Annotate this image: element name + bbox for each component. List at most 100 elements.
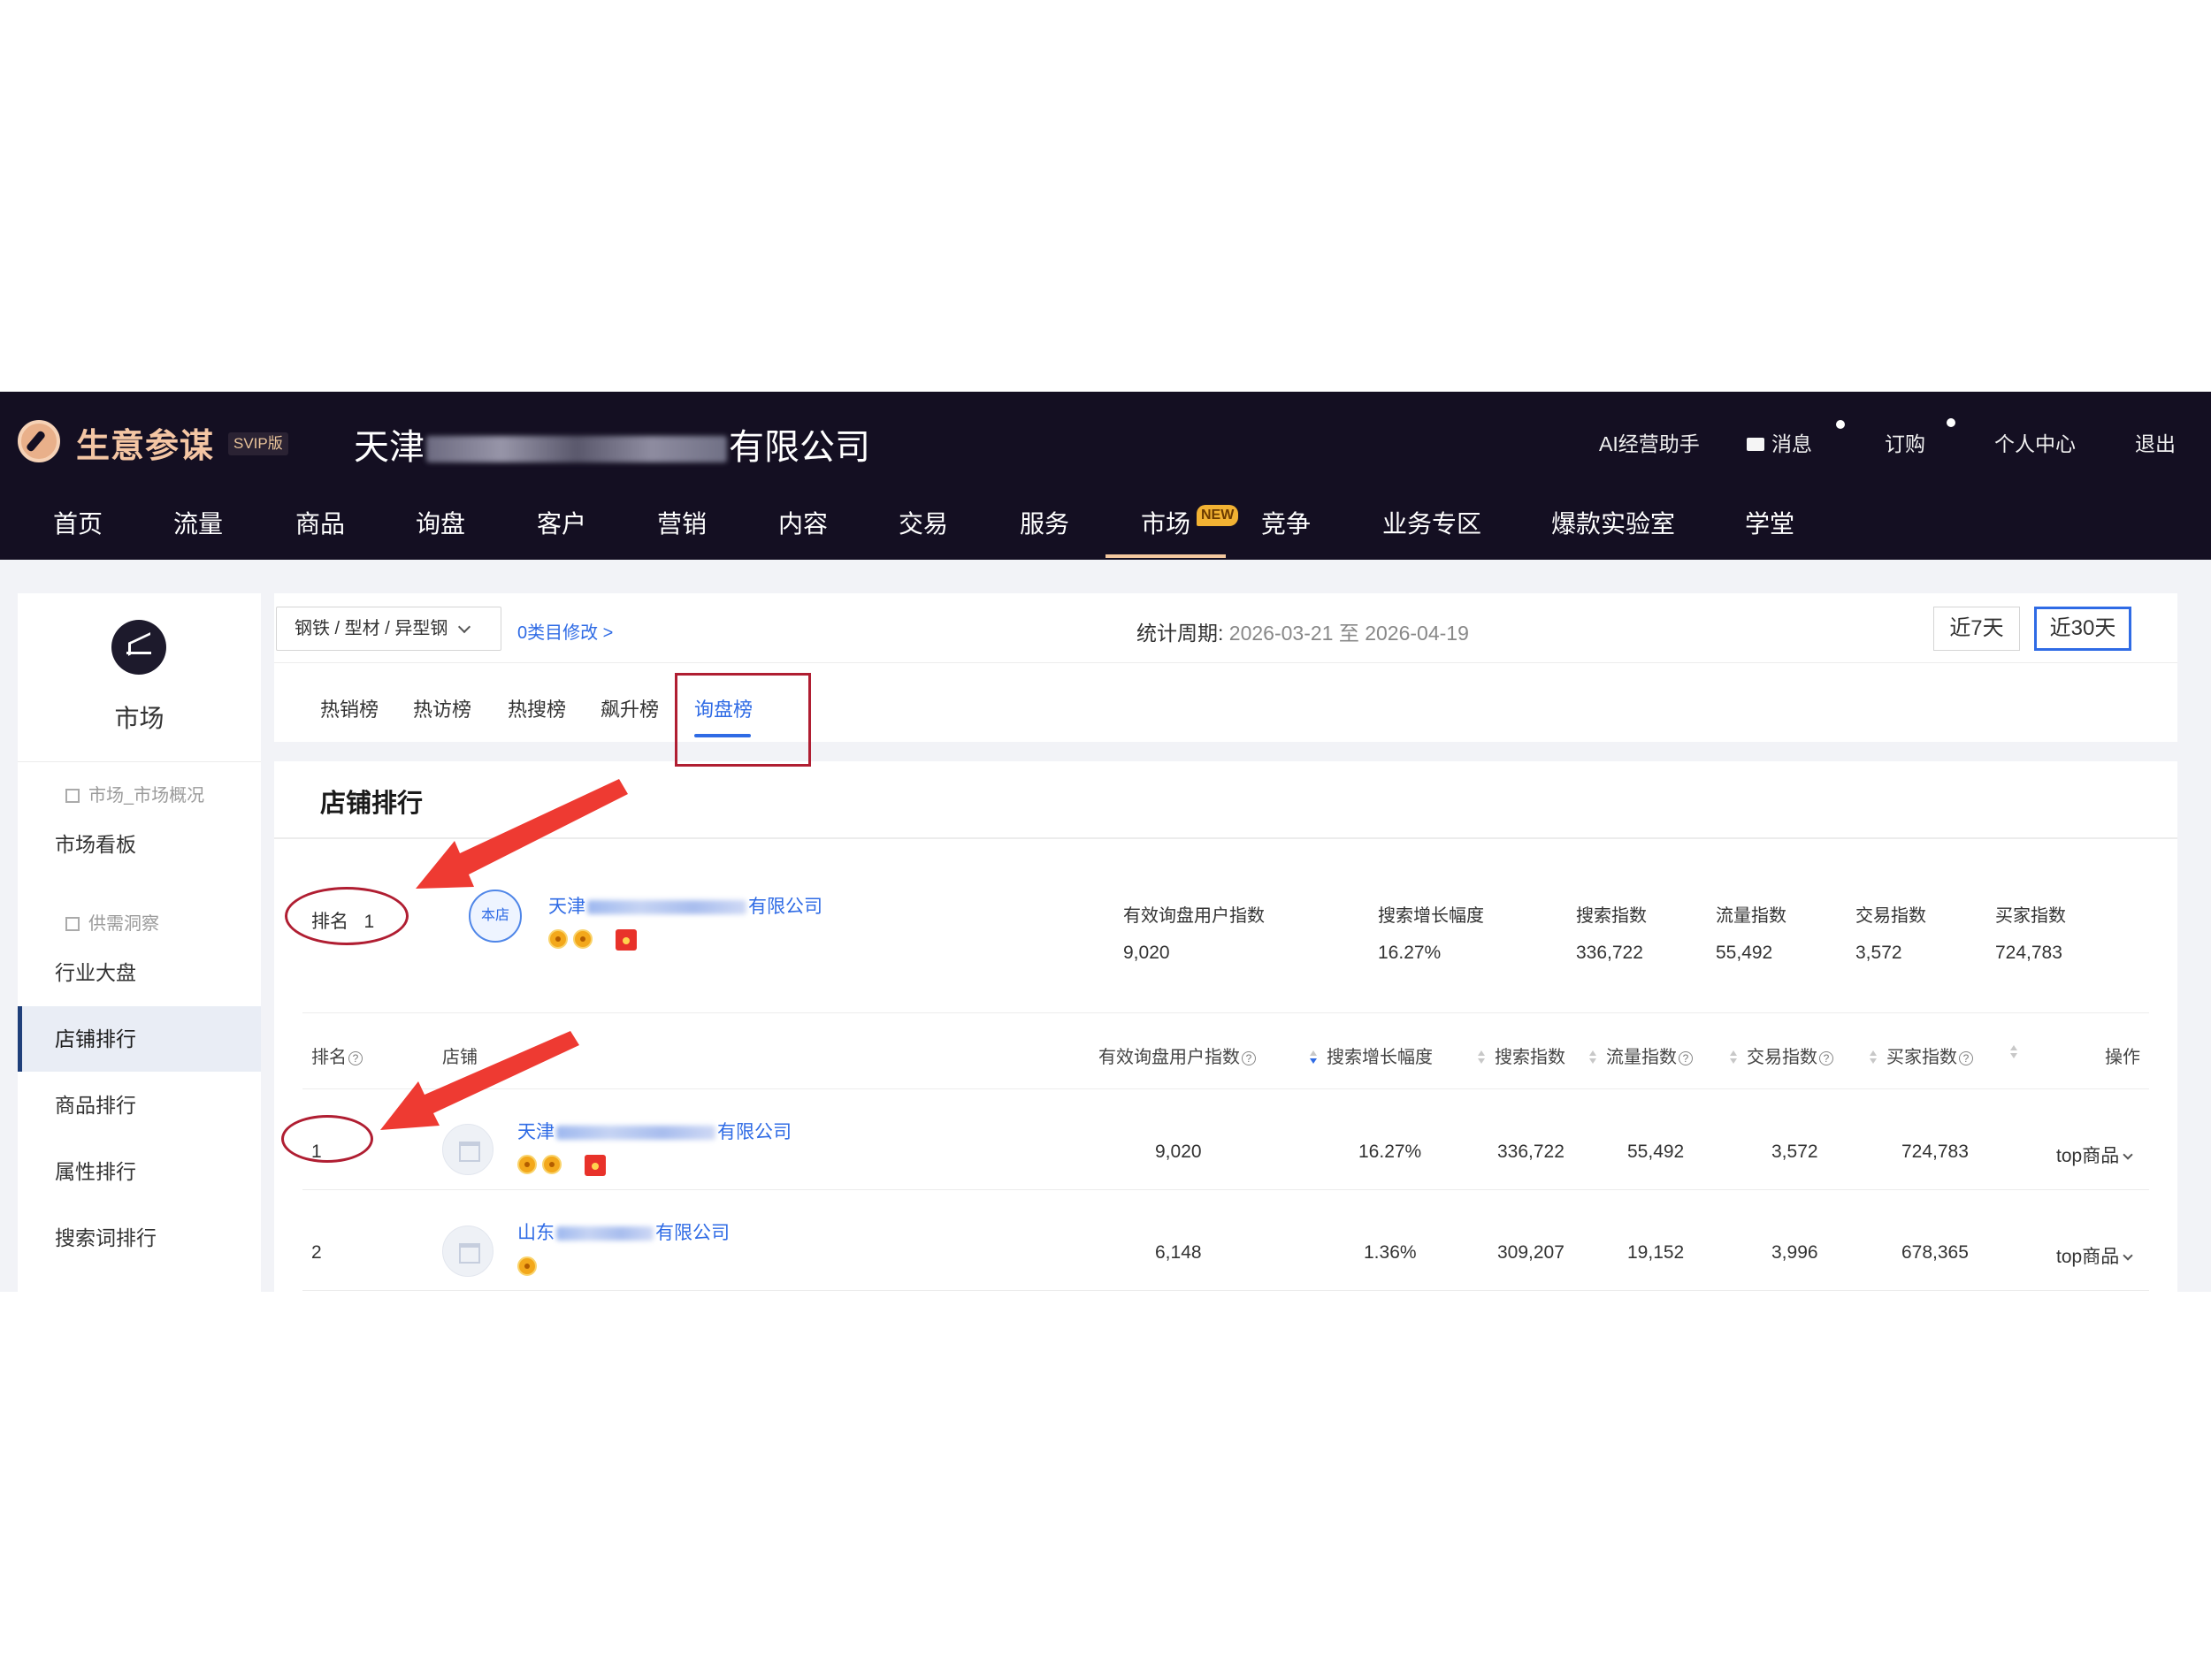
row-2-growth: 1.36%	[1364, 1242, 1417, 1263]
sidebar-item-market-board[interactable]: 市场看板	[18, 812, 261, 877]
help-icon[interactable]: ?	[1819, 1051, 1833, 1065]
column-buyer[interactable]: 买家指数?	[1869, 1042, 1973, 1068]
nav-academy[interactable]: 学堂	[1745, 505, 1794, 540]
my-shop-name-link[interactable]: 天津 有限公司	[548, 892, 822, 919]
row-1-top-goods-dropdown[interactable]: top商品	[2056, 1142, 2133, 1168]
column-trade[interactable]: 交易指数?	[1729, 1042, 1833, 1068]
nav-hot-lab[interactable]: 爆款实验室	[1551, 505, 1675, 540]
top-bar: 生意参谋 SVIP版 天津 有限公司 AI经营助手 消息 订购 个人中心 退出 首…	[0, 392, 2211, 560]
sidebar-group-supply-demand: 供需洞察	[65, 909, 159, 935]
row-2-shop-link[interactable]: 山东 有限公司	[517, 1218, 730, 1245]
sidebar: 市场 市场_市场概况 市场看板 供需洞察 行业大盘 店铺排行 商品排行 属性排行…	[18, 593, 261, 1292]
row-2-buyer: 678,365	[1901, 1242, 1969, 1263]
row-2-traffic: 19,152	[1627, 1242, 1685, 1263]
nav-market[interactable]: 市场	[1141, 505, 1190, 540]
column-traffic[interactable]: 流量指数?	[1588, 1042, 1693, 1068]
nav-marketing[interactable]: 营销	[657, 505, 707, 540]
sort-icon[interactable]	[1477, 1050, 1486, 1065]
ai-assistant-link[interactable]: AI经营助手	[1599, 427, 1700, 457]
range-30-days-button[interactable]: 近30天	[2034, 607, 2131, 651]
chevron-down-icon	[2123, 1250, 2133, 1261]
shop-ranking-panel: 店铺排行 排名 1 本店 天津 有限公司 有效询盘用户指数 搜索增长幅度 搜索指数…	[274, 761, 2177, 1292]
sort-icon[interactable]	[2009, 1045, 2018, 1059]
metric-head-inquiry: 有效询盘用户指数	[1123, 906, 1265, 926]
column-extra-sort[interactable]	[2009, 1042, 2027, 1063]
nav-home[interactable]: 首页	[53, 505, 103, 540]
help-icon[interactable]: ?	[1242, 1051, 1256, 1065]
medal-icon	[542, 1155, 562, 1174]
column-shop: 店铺	[442, 1048, 478, 1067]
column-search[interactable]: 搜索指数	[1477, 1042, 1565, 1068]
nav-service[interactable]: 服务	[1020, 505, 1069, 540]
sidebar-item-goods-rank[interactable]: 商品排行	[18, 1073, 261, 1138]
sidebar-item-shop-rank[interactable]: 店铺排行	[18, 1006, 261, 1072]
my-shop-badge: 本店	[469, 890, 522, 943]
sidebar-item-attribute-rank[interactable]: 属性排行	[18, 1139, 261, 1204]
sort-icon[interactable]	[1588, 1050, 1597, 1065]
metric-head-growth: 搜索增长幅度	[1378, 906, 1484, 926]
red-envelope-icon	[616, 929, 637, 951]
edition-badge: SVIP版	[228, 432, 288, 455]
sidebar-group-label: 市场_市场概况	[88, 786, 205, 806]
logout-link[interactable]: 退出	[2135, 427, 2176, 457]
category-select[interactable]: 钢铁 / 型材 / 异型钢	[276, 607, 501, 651]
column-growth[interactable]: 搜索增长幅度	[1309, 1042, 1433, 1068]
nav-traffic[interactable]: 流量	[173, 505, 223, 540]
section-title: 店铺排行	[320, 790, 424, 818]
nav-new-badge: NEW	[1197, 505, 1239, 526]
nav-business-zone[interactable]: 业务专区	[1382, 505, 1481, 540]
sidebar-group-label: 供需洞察	[88, 914, 159, 934]
messages-link[interactable]: 消息	[1747, 427, 1812, 457]
nav-inquiry[interactable]: 询盘	[416, 505, 465, 540]
chevron-down-icon	[2123, 1149, 2133, 1160]
help-icon[interactable]: ?	[1959, 1051, 1973, 1065]
sort-icon[interactable]	[1309, 1050, 1318, 1065]
row-2-inquiry: 6,148	[1155, 1242, 1202, 1263]
nav-compete[interactable]: 竞争	[1261, 505, 1311, 540]
row-1-shop-link[interactable]: 天津 有限公司	[517, 1118, 792, 1144]
row-2-top-goods-dropdown[interactable]: top商品	[2056, 1242, 2133, 1269]
metric-value-buyer: 724,783	[1995, 943, 2062, 963]
range-7-days-button[interactable]: 近7天	[1933, 607, 2020, 651]
my-shop-badges	[548, 929, 637, 953]
nav-content[interactable]: 内容	[778, 505, 828, 540]
sidebar-item-industry[interactable]: 行业大盘	[18, 940, 261, 1005]
shop-name-suffix: 有限公司	[748, 897, 822, 917]
row-divider	[302, 1189, 2149, 1190]
shop-name-suffix: 有限公司	[717, 1122, 792, 1142]
shop-avatar-icon	[442, 1226, 493, 1277]
metric-value-traffic: 55,492	[1716, 943, 1773, 963]
help-icon[interactable]: ?	[348, 1051, 363, 1065]
category-value: 钢铁 / 型材 / 异型钢	[295, 619, 448, 638]
tab-hot-visits[interactable]: 热访榜	[413, 694, 471, 722]
header-divider	[302, 1088, 2149, 1089]
medal-icon	[573, 929, 593, 949]
sort-icon[interactable]	[1869, 1050, 1878, 1065]
redacted-blur	[556, 1226, 654, 1241]
tab-hot-search[interactable]: 热搜榜	[508, 694, 566, 722]
filter-panel: 钢铁 / 型材 / 异型钢 0类目修改 > 统计周期: 2026-03-21 至…	[274, 593, 2177, 742]
personal-center-link[interactable]: 个人中心	[1994, 427, 2076, 457]
sort-icon[interactable]	[1729, 1050, 1738, 1065]
nav-goods[interactable]: 商品	[295, 505, 345, 540]
nav-trade[interactable]: 交易	[899, 505, 948, 540]
sidebar-item-keyword-rank[interactable]: 搜索词排行	[18, 1205, 261, 1271]
shop-name-suffix: 有限公司	[655, 1223, 730, 1243]
tab-hot-sales[interactable]: 热销榜	[320, 694, 379, 722]
redacted-blur	[587, 900, 746, 915]
section-divider	[274, 837, 2177, 839]
nav-active-underline	[1106, 554, 1226, 558]
nav-customer[interactable]: 客户	[537, 505, 586, 540]
shop-name-prefix: 天津	[548, 897, 585, 917]
category-edit-link[interactable]: 0类目修改 >	[517, 618, 613, 644]
annotation-box-inquiry-tab	[675, 673, 811, 767]
orders-link[interactable]: 订购	[1885, 427, 1925, 457]
row-2-rank: 2	[311, 1242, 322, 1263]
row-2-trade: 3,996	[1771, 1242, 1818, 1263]
metric-value-search: 336,722	[1576, 943, 1643, 963]
metric-head-trade: 交易指数	[1855, 906, 1926, 926]
column-inquiry[interactable]: 有效询盘用户指数?	[1098, 1042, 1256, 1068]
help-icon[interactable]: ?	[1679, 1051, 1693, 1065]
tab-rising[interactable]: 飙升榜	[601, 694, 659, 722]
row-1-traffic: 55,492	[1627, 1142, 1685, 1162]
